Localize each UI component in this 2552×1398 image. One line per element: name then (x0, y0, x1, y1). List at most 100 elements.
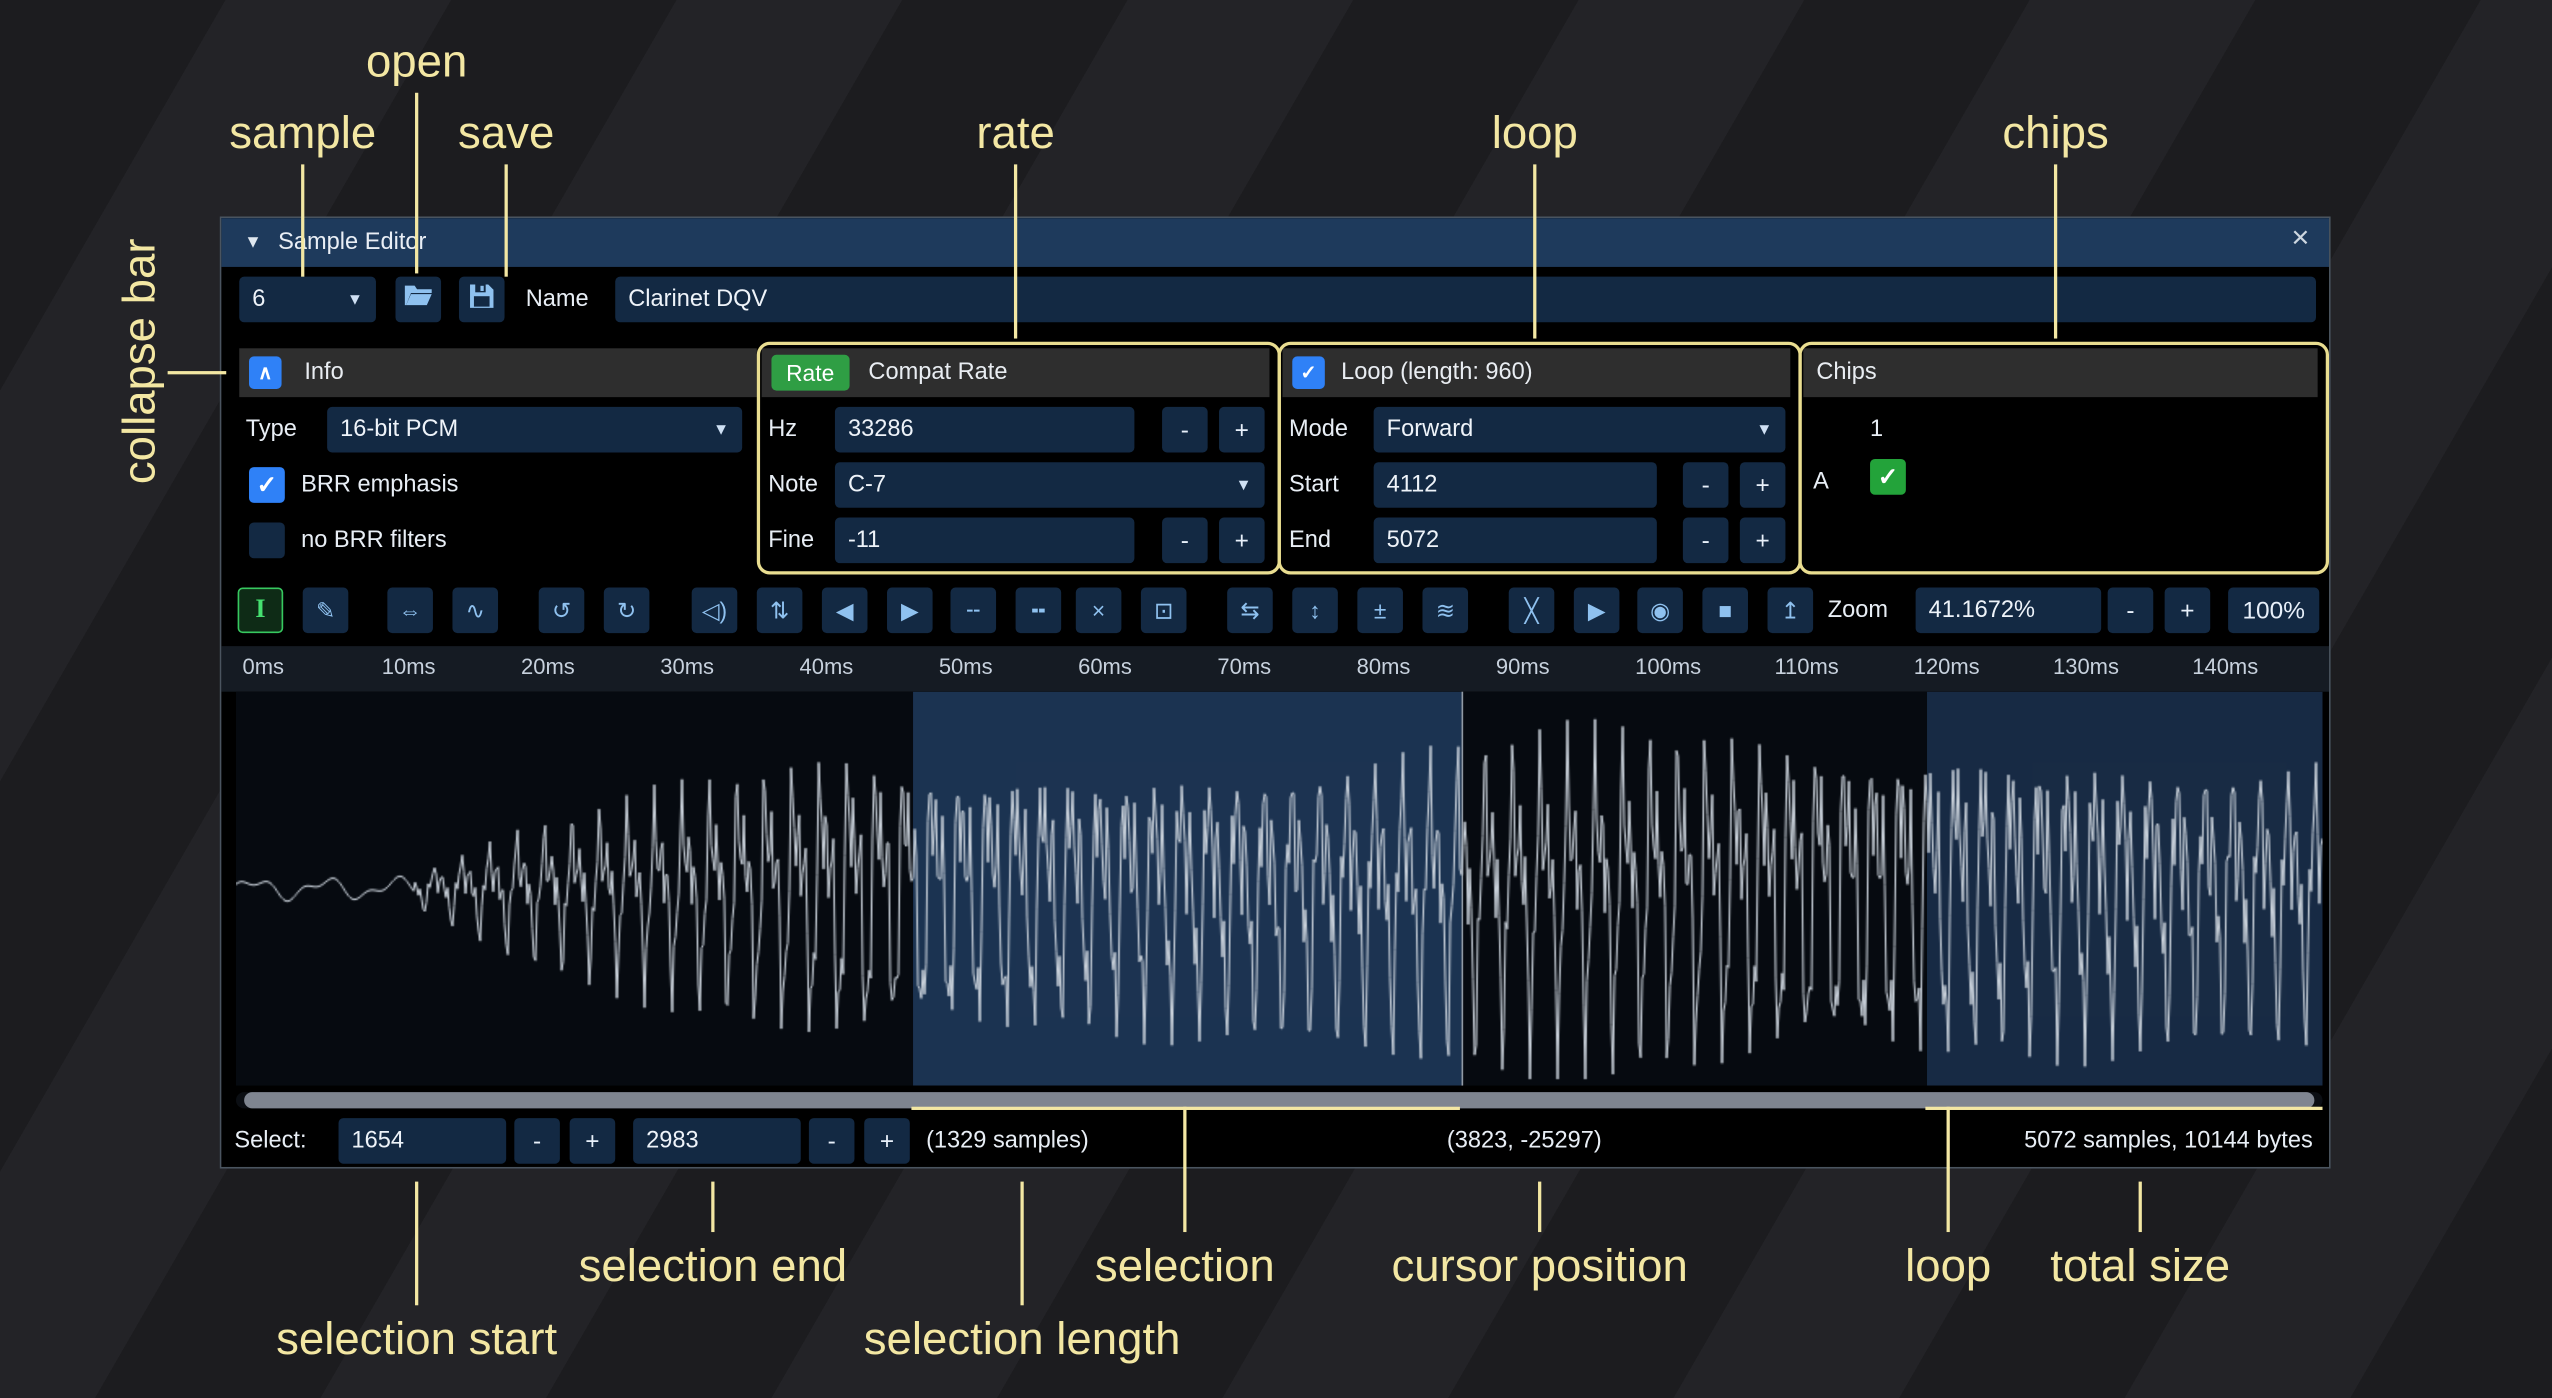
annotation-collapse-bar-line (168, 371, 227, 374)
annotation-save-line (505, 164, 508, 276)
annotation-cursor-position-label: cursor position (1391, 1240, 1687, 1292)
annotation-sample-label: sample (229, 107, 376, 159)
timeline-tick: 60ms (1078, 654, 1132, 678)
preview-icon[interactable]: ▶ (1574, 588, 1620, 634)
stop-preview-icon[interactable]: ■ (1702, 588, 1748, 634)
normalize-icon[interactable]: ⇅ (757, 588, 803, 634)
timeline-tick: 0ms (243, 654, 285, 678)
filter-icon[interactable]: ≋ (1422, 588, 1468, 634)
trim-icon[interactable]: ⊡ (1141, 588, 1187, 634)
loop-start-label: Start (1289, 462, 1339, 508)
compat-rate-tab[interactable]: Compat Rate (868, 360, 1007, 386)
zoom-in-button[interactable]: + (2165, 588, 2211, 634)
fine-minus-button[interactable]: - (1162, 518, 1208, 564)
loop-end-minus-button[interactable]: - (1683, 518, 1729, 564)
selection-length-text: (1329 samples) (926, 1118, 1089, 1164)
insert-silence-icon[interactable]: ╌ (950, 588, 996, 634)
sample-number-select[interactable]: 6 ▼ (239, 277, 376, 323)
fade-in-icon[interactable]: ◀ (822, 588, 868, 634)
selection-end-input[interactable]: 2983 (633, 1118, 801, 1164)
save-button[interactable] (459, 277, 505, 323)
apply-silence-icon[interactable]: ╍ (1016, 588, 1062, 634)
make-instrument-icon[interactable]: ↥ (1768, 588, 1814, 634)
chevron-down-icon: ▼ (1235, 476, 1251, 494)
annotation-rate-label: rate (976, 107, 1055, 159)
draw-mode-icon[interactable]: ✎ (303, 588, 349, 634)
zoom-out-button[interactable]: - (2108, 588, 2154, 634)
sign-invert-icon[interactable]: ± (1357, 588, 1403, 634)
fine-input[interactable]: -11 (835, 518, 1134, 564)
annotation-rate-line (1014, 164, 1017, 338)
annotation-collapse-bar-label: collapse bar (114, 238, 166, 484)
rate-tab[interactable]: Rate (771, 355, 848, 391)
loop-end-input[interactable]: 5072 (1374, 518, 1657, 564)
total-size-text: 5072 samples, 10144 bytes (2024, 1118, 2313, 1164)
note-select[interactable]: C-7 ▼ (835, 462, 1265, 508)
annotation-selection-start-label: selection start (276, 1313, 557, 1365)
brr-emphasis-checkbox[interactable]: ✓ (249, 467, 285, 503)
fine-plus-button[interactable]: + (1219, 518, 1265, 564)
chevron-up-icon: ∧ (258, 361, 272, 384)
annotation-selection-end-label: selection end (579, 1240, 848, 1292)
resample-icon[interactable]: ∿ (452, 588, 498, 634)
timeline-ruler[interactable]: 0ms10ms20ms30ms40ms50ms60ms70ms80ms90ms1… (221, 646, 2330, 692)
chip-column-label: 1 (1870, 407, 1883, 453)
loop-end-plus-button[interactable]: + (1740, 518, 1786, 564)
preview-dry-icon[interactable]: ◉ (1637, 588, 1683, 634)
chevron-down-icon: ▼ (347, 291, 363, 309)
info-header-label: Info (304, 360, 343, 386)
window-collapse-icon[interactable]: ▼ (244, 233, 262, 253)
select-mode-icon[interactable]: I (238, 588, 284, 634)
selection-end-minus-button[interactable]: - (809, 1118, 855, 1164)
zoom-input[interactable]: 41.1672% (1916, 588, 2102, 634)
loop-start-input[interactable]: 4112 (1374, 462, 1657, 508)
sample-name-input[interactable] (615, 277, 2316, 323)
amplify-icon[interactable]: ◁) (692, 588, 738, 634)
undo-icon[interactable]: ↺ (539, 588, 585, 634)
name-label: Name (526, 277, 589, 323)
invert-icon[interactable]: ↕ (1292, 588, 1338, 634)
reverse-icon[interactable]: ⇆ (1227, 588, 1273, 634)
sample-number-value: 6 (252, 286, 265, 312)
chip-enable-checkbox[interactable]: ✓ (1870, 459, 1906, 495)
timeline-tick: 140ms (2192, 654, 2258, 678)
annotation-loop-bottom-label: loop (1905, 1240, 1991, 1292)
selection-start-input[interactable]: 1654 (339, 1118, 507, 1164)
annotation-open-line (415, 93, 418, 274)
loop-mode-label: Mode (1289, 407, 1348, 453)
zoom-label: Zoom (1828, 588, 1888, 634)
timeline-tick: 130ms (2053, 654, 2119, 678)
annotation-loop-line (1533, 164, 1536, 338)
selection-end-plus-button[interactable]: + (864, 1118, 910, 1164)
annotation-loop-label: loop (1492, 107, 1578, 159)
hz-plus-button[interactable]: + (1219, 407, 1265, 453)
fine-label: Fine (768, 518, 814, 564)
sample-type-select[interactable]: 16-bit PCM ▼ (327, 407, 742, 453)
loop-enable-checkbox[interactable]: ✓ (1292, 356, 1325, 389)
hz-input[interactable]: 33286 (835, 407, 1134, 453)
selection-start-minus-button[interactable]: - (514, 1118, 560, 1164)
waveform-view[interactable] (236, 692, 2323, 1086)
fade-out-icon[interactable]: ▶ (887, 588, 933, 634)
note-value: C-7 (848, 472, 886, 498)
zoom-reset-button[interactable]: 100% (2228, 588, 2319, 634)
no-brr-filters-checkbox[interactable] (249, 522, 285, 558)
hz-minus-button[interactable]: - (1162, 407, 1208, 453)
close-icon[interactable]: × (2291, 221, 2309, 257)
window-titlebar[interactable]: ▼ Sample Editor × (221, 218, 2329, 267)
delete-icon[interactable]: × (1076, 588, 1122, 634)
hz-label: Hz (768, 407, 797, 453)
loop-start-plus-button[interactable]: + (1740, 462, 1786, 508)
open-button[interactable] (395, 277, 441, 323)
info-section-header[interactable]: ∧ Info (239, 348, 757, 397)
collapse-info-button[interactable]: ∧ (249, 356, 282, 389)
folder-open-icon (404, 283, 433, 316)
selection-start-plus-button[interactable]: + (570, 1118, 616, 1164)
crossfade-loop-icon[interactable]: ╳ (1509, 588, 1555, 634)
loop-start-minus-button[interactable]: - (1683, 462, 1729, 508)
rate-section-header: Rate Compat Rate (762, 348, 1270, 397)
timeline-tick: 100ms (1635, 654, 1701, 678)
redo-icon[interactable]: ↻ (604, 588, 650, 634)
loop-mode-select[interactable]: Forward ▼ (1374, 407, 1786, 453)
resize-icon[interactable]: ⇔ (387, 588, 433, 634)
